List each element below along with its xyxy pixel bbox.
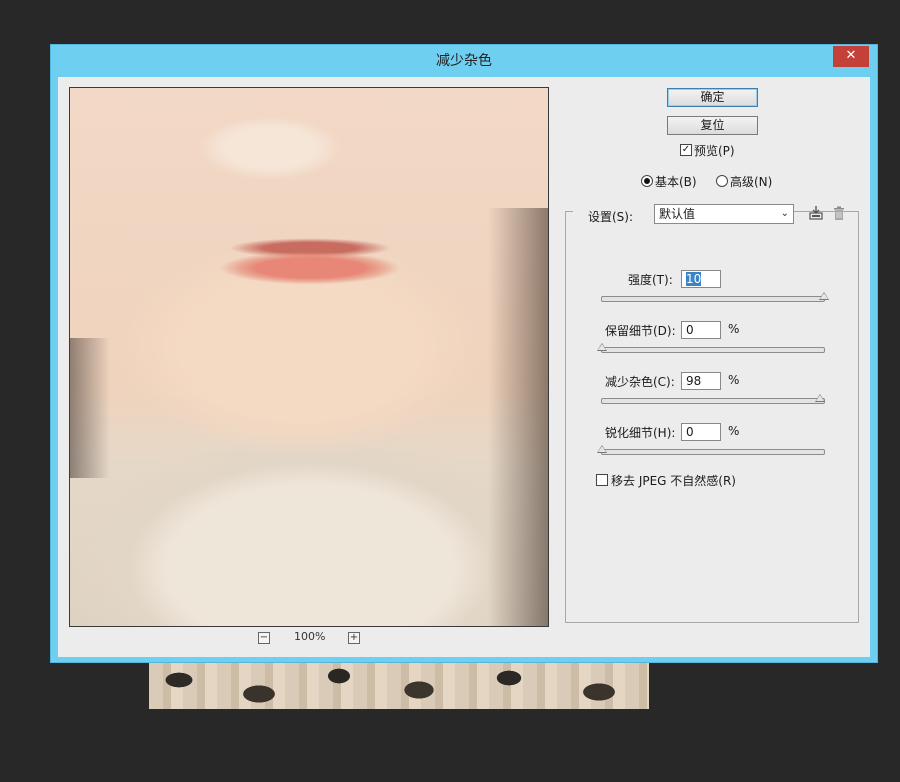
sharpen-details-label: 锐化细节(H): (605, 426, 676, 440)
remove-jpeg-artifact-checkbox[interactable] (596, 474, 608, 486)
sharpen-details-unit: % (728, 424, 740, 438)
chevron-down-icon: ⌄ (780, 208, 789, 219)
sharpen-details-slider-thumb[interactable] (597, 445, 607, 453)
dialog-title: 减少杂色 (436, 53, 492, 69)
strength-label: 强度(T): (628, 273, 673, 287)
reduce-noise-label: 减少杂色(C): (605, 375, 675, 389)
sharpen-details-value: 0 (686, 425, 694, 439)
preview-label: 预览(P) (694, 144, 735, 158)
preserve-details-slider-thumb[interactable] (597, 343, 607, 351)
strength-input[interactable]: 10 (681, 270, 721, 288)
preserve-details-input[interactable]: 0 (681, 321, 721, 339)
preserve-details-label: 保留细节(D): (605, 324, 676, 338)
preserve-details-unit: % (728, 322, 740, 336)
dialog-body: − 100% + 确定 复位 ✓ 预览(P) 基本(B) 高级(N) 设置(S)… (58, 77, 870, 657)
strength-value: 10 (686, 272, 702, 286)
zoom-out-button[interactable]: − (258, 632, 270, 644)
preserve-details-slider[interactable] (597, 343, 825, 353)
reduce-noise-value: 98 (686, 374, 702, 388)
sharpen-details-input[interactable]: 0 (681, 423, 721, 441)
preview-image[interactable] (69, 87, 549, 627)
close-button[interactable]: ✕ (833, 46, 869, 67)
reduce-noise-slider-thumb[interactable] (814, 394, 825, 402)
settings-dropdown[interactable]: 默认值 ⌄ (654, 204, 794, 224)
remove-jpeg-artifact-label: 移去 JPEG 不自然感(R) (611, 474, 736, 488)
background-document-image (149, 660, 649, 709)
zoom-controls: − 100% + (58, 629, 558, 649)
zoom-in-button[interactable]: + (348, 632, 360, 644)
reduce-noise-dialog: 减少杂色 ✕ − 100% + 确定 复位 ✓ 预览(P) 基本(B) 高级(N… (50, 44, 878, 663)
trash-icon[interactable] (831, 205, 847, 221)
advanced-radio[interactable] (716, 175, 728, 187)
strength-slider-thumb[interactable] (819, 292, 829, 300)
ok-button[interactable]: 确定 (667, 88, 758, 107)
basic-radio[interactable] (641, 175, 653, 187)
strength-slider[interactable] (601, 292, 829, 302)
preview-checkbox[interactable]: ✓ (680, 144, 692, 156)
advanced-label: 高级(N) (730, 175, 773, 189)
settings-label: 设置(S): (588, 210, 634, 224)
reset-button[interactable]: 复位 (667, 116, 758, 135)
basic-label: 基本(B) (655, 175, 697, 189)
reduce-noise-input[interactable]: 98 (681, 372, 721, 390)
preserve-details-value: 0 (686, 323, 694, 337)
reduce-noise-slider[interactable] (601, 394, 825, 404)
reduce-noise-unit: % (728, 373, 740, 387)
settings-selected-value: 默认值 (659, 207, 696, 221)
zoom-level: 100% (294, 630, 326, 643)
save-preset-icon[interactable] (808, 205, 824, 221)
sharpen-details-slider[interactable] (597, 445, 825, 455)
